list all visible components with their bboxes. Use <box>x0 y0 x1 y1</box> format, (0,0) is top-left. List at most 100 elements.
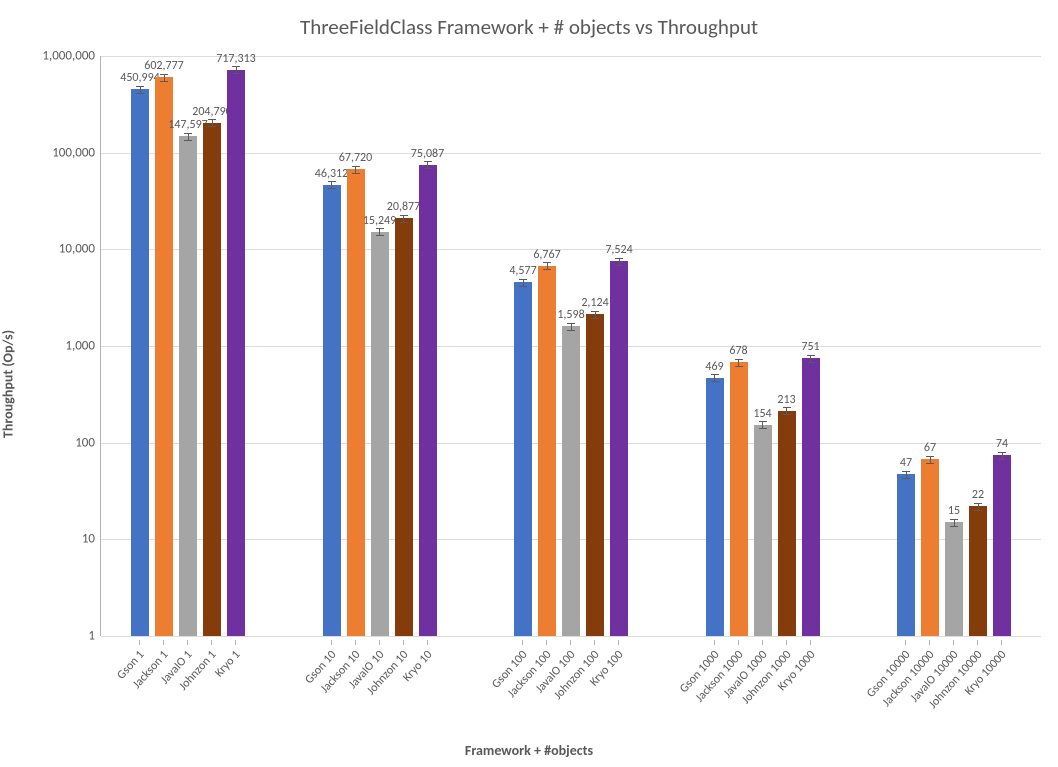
bar-value-label: 154 <box>753 407 771 421</box>
error-cap <box>208 119 216 120</box>
y-axis-title: Throughput (Op/s) <box>0 329 17 437</box>
bar-value-label: 147,597 <box>168 118 208 132</box>
error-cap <box>352 173 360 174</box>
error-cap <box>543 269 551 270</box>
error-cap <box>136 86 144 87</box>
x-tick-mark <box>714 640 715 645</box>
bar-value-label: 469 <box>705 360 723 374</box>
error-cap <box>783 414 791 415</box>
bar-value-label: 450,994 <box>120 71 160 85</box>
error-cap <box>926 463 934 464</box>
bar-gson-10000 <box>897 474 915 636</box>
bar-javaio-1000 <box>754 425 772 636</box>
bar-value-label: 6,767 <box>533 248 560 262</box>
error-bar <box>140 86 141 93</box>
error-bar <box>762 421 763 428</box>
error-cap <box>160 81 168 82</box>
error-bar <box>930 456 931 463</box>
error-cap <box>424 161 432 162</box>
bar-value-label: 22 <box>972 488 984 502</box>
x-tick-mark <box>546 640 547 645</box>
error-bar <box>906 471 907 478</box>
error-cap <box>543 262 551 263</box>
error-cap <box>184 133 192 134</box>
x-tick-label: Kryo 1 <box>212 648 243 680</box>
plot-area: 1101001,00010,000100,0001,000,000450,994… <box>100 56 1041 636</box>
error-bar <box>188 133 189 140</box>
error-bar <box>379 228 380 235</box>
x-axis-title: Framework + #objects <box>0 742 1058 759</box>
error-bar <box>236 66 237 73</box>
bar-value-label: 15 <box>948 504 960 518</box>
error-bar <box>619 258 620 265</box>
error-cap <box>759 428 767 429</box>
bar-johnzon-10000 <box>969 506 987 636</box>
error-cap <box>184 140 192 141</box>
x-tick-mark <box>331 640 332 645</box>
bar-jackson-1000 <box>730 362 748 636</box>
error-cap <box>519 286 527 287</box>
error-cap <box>807 355 815 356</box>
error-cap <box>926 456 934 457</box>
bar-kryo-1000 <box>802 358 820 636</box>
error-cap <box>400 215 408 216</box>
bar-gson-1 <box>131 89 149 636</box>
error-bar <box>978 503 979 510</box>
error-cap <box>328 181 336 182</box>
x-tick-mark <box>905 640 906 645</box>
bar-value-label: 213 <box>777 393 795 407</box>
bar-javaio-1 <box>179 136 197 636</box>
bar-jackson-10000 <box>921 459 939 636</box>
error-cap <box>950 526 958 527</box>
x-tick-mark <box>139 640 140 645</box>
x-tick-mark <box>953 640 954 645</box>
error-cap <box>591 311 599 312</box>
error-bar <box>1002 452 1003 459</box>
x-tick-mark <box>929 640 930 645</box>
bar-jackson-1 <box>155 77 173 636</box>
error-cap <box>735 366 743 367</box>
error-cap <box>735 359 743 360</box>
x-tick-mark <box>403 640 404 645</box>
error-cap <box>400 222 408 223</box>
error-cap <box>807 362 815 363</box>
error-cap <box>591 318 599 319</box>
bar-kryo-1 <box>227 70 245 636</box>
bar-value-label: 20,877 <box>387 200 420 214</box>
bar-kryo-10000 <box>993 455 1011 636</box>
x-tick-mark <box>235 640 236 645</box>
bar-javaio-10000 <box>945 522 963 636</box>
error-cap <box>783 407 791 408</box>
error-bar <box>595 311 596 318</box>
x-tick-mark <box>762 640 763 645</box>
bar-gson-10 <box>323 185 341 636</box>
bar-value-label: 67,720 <box>339 151 372 165</box>
bar-kryo-100 <box>610 261 628 636</box>
error-cap <box>902 471 910 472</box>
error-bar <box>714 374 715 381</box>
error-cap <box>328 188 336 189</box>
x-axis-tick-area: Gson 1Jackson 1JavaIO 1Johnzon 1Kryo 1Gs… <box>100 640 1040 730</box>
x-tick-mark <box>977 640 978 645</box>
bar-kryo-10 <box>419 165 437 636</box>
error-cap <box>567 330 575 331</box>
error-bar <box>331 181 332 188</box>
x-tick-mark <box>163 640 164 645</box>
error-cap <box>902 478 910 479</box>
error-cap <box>998 452 1006 453</box>
bar-value-label: 2,124 <box>581 296 608 310</box>
bar-value-label: 47 <box>900 456 912 470</box>
error-cap <box>711 374 719 375</box>
error-bar <box>355 166 356 173</box>
bar-johnzon-100 <box>586 314 604 636</box>
error-bar <box>164 74 165 81</box>
x-tick-mark <box>786 640 787 645</box>
bar-value-label: 46,312 <box>315 167 348 181</box>
x-tick-mark <box>570 640 571 645</box>
error-bar <box>786 407 787 414</box>
x-tick-mark <box>594 640 595 645</box>
x-tick-mark <box>618 640 619 645</box>
y-tick-label: 100 <box>75 435 101 450</box>
error-bar <box>571 323 572 330</box>
bar-javaio-100 <box>562 326 580 636</box>
